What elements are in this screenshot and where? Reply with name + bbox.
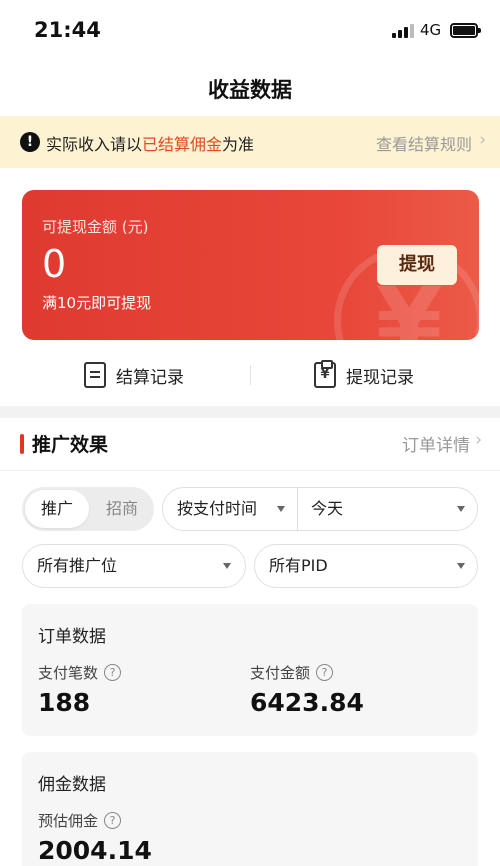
page-title: 收益数据 [208, 78, 292, 102]
order-data-card: 订单数据 支付笔数? 188 支付金额? 6423.84 [22, 604, 478, 736]
payment-amount-label: 支付金额? [250, 662, 334, 683]
payment-count-label: 支付笔数? [38, 662, 122, 683]
balance-card: 可提现金额 (元) 0 满10元即可提现 提现 [22, 190, 479, 340]
date-range-select[interactable]: 今天 [311, 488, 343, 530]
question-icon[interactable]: ? [104, 812, 122, 829]
commission-data-title: 佣金数据 [38, 775, 106, 795]
toggle-merchant[interactable]: 招商 [92, 490, 152, 528]
caret-down-icon [277, 506, 285, 512]
withdraw-button[interactable]: 提现 [377, 245, 457, 285]
network-type: 4G [420, 21, 442, 39]
balance-label: 可提现金额 (元) [42, 218, 149, 236]
battery-icon [450, 23, 481, 38]
section-divider [0, 470, 500, 471]
order-data-title: 订单数据 [38, 627, 106, 647]
settlement-records-link[interactable]: 结算记录 [84, 360, 184, 390]
order-details-link[interactable]: 订单详情 [402, 431, 470, 456]
estimated-commission-label: 预估佣金? [38, 810, 122, 831]
records-divider [250, 365, 251, 385]
balance-amount: 0 [42, 242, 67, 286]
position-select[interactable]: 所有推广位 [37, 545, 117, 587]
document-icon [84, 362, 106, 388]
promotion-type-toggle[interactable]: 推广 招商 [22, 487, 154, 531]
time-type-select[interactable]: 按支付时间 [177, 488, 257, 530]
notice-text: 实际收入请以已结算佣金为准 [46, 135, 255, 154]
payment-count-value: 188 [38, 688, 91, 717]
chevron-right-icon: › [479, 130, 486, 150]
estimated-commission-value: 2004.14 [38, 836, 152, 865]
payment-amount-value: 6423.84 [250, 688, 364, 717]
caret-down-icon [223, 563, 231, 569]
toggle-promotion[interactable]: 推广 [25, 490, 89, 528]
commission-data-card: 佣金数据 预估佣金? 2004.14 [22, 752, 478, 866]
warning-icon: ! [20, 132, 40, 152]
notice-highlight: 已结算佣金 [142, 135, 223, 154]
status-bar: 21:44 4G [0, 0, 500, 62]
withdraw-records-label: 提现记录 [346, 367, 414, 388]
nav-bar: 收益数据 [0, 62, 500, 116]
filter-divider [297, 488, 298, 530]
signal-icon [392, 23, 414, 38]
withdraw-threshold-note: 满10元即可提现 [42, 294, 152, 312]
time-filter: 按支付时间 今天 [162, 487, 478, 531]
pid-filter[interactable]: 所有PID [254, 544, 478, 588]
section-title: 推广效果 [32, 434, 109, 456]
question-icon[interactable]: ? [316, 664, 334, 681]
position-filter[interactable]: 所有推广位 [22, 544, 246, 588]
caret-down-icon [457, 563, 465, 569]
settlement-records-label: 结算记录 [116, 367, 184, 388]
settlement-rules-link[interactable]: 查看结算规则 [376, 131, 472, 155]
status-time: 21:44 [34, 18, 101, 42]
section-accent-bar [20, 434, 24, 454]
records-row: 结算记录 提现记录 [0, 352, 500, 398]
clipboard-yuan-icon [314, 360, 336, 388]
question-icon[interactable]: ? [104, 664, 122, 681]
chevron-right-icon: › [475, 430, 482, 450]
withdraw-records-link[interactable]: 提现记录 [314, 360, 414, 390]
caret-down-icon [457, 506, 465, 512]
notice-banner[interactable]: ! 实际收入请以已结算佣金为准 查看结算规则 › [0, 116, 500, 168]
pid-select[interactable]: 所有PID [269, 545, 328, 587]
